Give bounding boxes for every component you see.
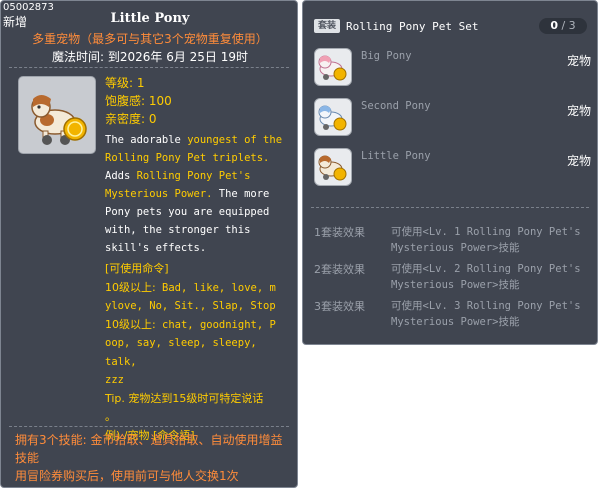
set-item-name: Little Pony xyxy=(361,150,431,162)
divider xyxy=(9,426,289,427)
pet-icon xyxy=(18,76,96,154)
set-item-second-pony: Second Pony 宠物 xyxy=(314,98,594,138)
trade-note: 用冒险券购买后，使用前可与他人交换1次 xyxy=(15,469,239,483)
desc-seg: skill's effects. xyxy=(105,242,207,254)
set-effect-label: 2套装效果 xyxy=(314,263,365,276)
set-owned: 0 xyxy=(550,19,558,32)
set-item-type: 宠物 xyxy=(566,104,591,118)
pony-icon xyxy=(314,148,352,186)
set-effect-label: 3套装效果 xyxy=(314,300,365,313)
desc-seg: Pony pets you are equipped xyxy=(105,206,270,218)
pony-icon xyxy=(314,98,352,136)
desc-seg: The adorable xyxy=(105,134,188,146)
command-values: Bad, like, love, m xyxy=(155,281,276,294)
desc-seg: Rolling Pony Pet triplets. xyxy=(105,152,270,164)
divider xyxy=(311,207,589,208)
set-effect-text: 可使用<Lv. 3 Rolling Pony Pet's Mysterious … xyxy=(391,300,581,328)
command-level-label: 10级以上: xyxy=(105,317,156,331)
command-tip: 。 xyxy=(105,410,116,423)
item-subtitle: 多重宠物（最多可与其它3个宠物重复使用） xyxy=(32,32,268,46)
set-item-little-pony: Little Pony 宠物 xyxy=(314,148,594,188)
desc-seg: Mysterious Power. xyxy=(105,188,213,200)
desc-seg: with, the stronger this xyxy=(105,224,251,236)
stat-level: 等级: 1 xyxy=(105,76,145,90)
command-level-label: 10级以上: xyxy=(105,280,156,294)
skill-line: 拥有3个技能: 金币拾取、道具拾取、自动使用增益 xyxy=(15,433,283,447)
skill-line: 技能 xyxy=(15,451,40,465)
desc-seg: youngest of the xyxy=(187,134,283,146)
set-effect-label: 1套装效果 xyxy=(314,226,365,239)
set-total: 3 xyxy=(568,19,576,32)
set-item-type: 宠物 xyxy=(566,154,591,168)
command-list: [可使用命令] 10级以上: Bad, like, love, m ylove,… xyxy=(105,260,291,445)
stat-closeness: 亲密度: 0 xyxy=(105,112,157,126)
set-badge: 套装 xyxy=(314,19,340,33)
set-item-big-pony: Big Pony 宠物 xyxy=(314,48,594,88)
pony-icon xyxy=(31,95,87,145)
pony-icon xyxy=(314,48,352,86)
desc-seg: Rolling Pony Pet's xyxy=(136,170,251,182)
set-effect-text: 可使用<Lv. 1 Rolling Pony Pet's Mysterious … xyxy=(391,226,581,254)
command-values: zzz xyxy=(105,374,124,386)
set-count: 0 / 3 xyxy=(539,18,587,34)
item-tooltip: 05002873 新增 Little Pony 多重宠物（最多可与其它3个宠物重… xyxy=(0,0,298,488)
command-values: chat, goodnight, P xyxy=(155,318,276,331)
pet-description: The adorable youngest of the Rolling Pon… xyxy=(105,131,291,257)
command-header: [可使用命令] xyxy=(105,262,169,275)
stat-fullness: 饱腹感: 100 xyxy=(105,94,172,108)
command-values: oop, say, sleep, sleepy, talk, xyxy=(105,337,257,368)
item-name: Little Pony xyxy=(110,11,190,26)
item-expiry: 魔法时间: 到2026年 6月 25日 19时 xyxy=(51,50,248,64)
set-separator: / xyxy=(557,19,569,32)
set-item-type: 宠物 xyxy=(566,54,591,68)
set-effect-text: 可使用<Lv. 2 Rolling Pony Pet's Mysterious … xyxy=(391,263,581,291)
pet-stats: 等级: 1 饱腹感: 100 亲密度: 0 xyxy=(105,74,172,128)
command-values: ylove, No, Sit., Slap, Stop xyxy=(105,300,276,312)
set-tooltip: 套装 Rolling Pony Pet Set 0 / 3 Big Pony 宠… xyxy=(302,0,598,345)
set-title: Rolling Pony Pet Set xyxy=(346,20,479,33)
desc-seg: Adds xyxy=(105,170,137,182)
desc-seg: The more xyxy=(212,188,270,200)
divider xyxy=(9,67,289,68)
command-tip: Tip. 宠物达到15级时可特定说话 xyxy=(105,391,264,405)
set-item-name: Second Pony xyxy=(361,100,431,112)
skill-info: 拥有3个技能: 金币拾取、道具拾取、自动使用增益 技能 用冒险券购买后，使用前可… xyxy=(15,431,295,485)
set-item-name: Big Pony xyxy=(361,50,412,62)
